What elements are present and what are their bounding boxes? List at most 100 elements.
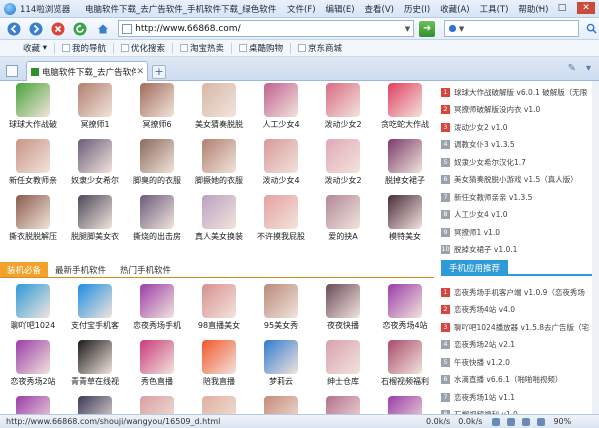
top-app-item[interactable]: 爱的抉A [312, 195, 374, 242]
top-app-item[interactable]: 泼动少女4 [250, 139, 312, 186]
ranking-list-item[interactable]: 1 球球大作战破解版 v6.0.1 破解版（无限 [438, 85, 599, 99]
ranking-list-item[interactable]: 7 恋夜秀场1站 v1.1 [438, 390, 599, 404]
bottom-app-item[interactable]: 支付宝手机客 [64, 284, 126, 331]
tools-wrench-icon[interactable]: ✎ [568, 63, 576, 74]
back-button[interactable] [4, 20, 23, 38]
ranking-list-item[interactable]: 7 新任女教师亲亲 v1.3.5 [438, 190, 599, 204]
ranking-list-item[interactable]: 9 冥撩师1 v1.0 [438, 225, 599, 239]
bottom-app-item[interactable]: 95美女秀 [250, 284, 312, 331]
minimize-button[interactable]: – [533, 2, 547, 14]
go-button[interactable]: ➜ [419, 20, 435, 37]
address-bar[interactable]: http://www.66868.com/ ▼ [118, 20, 415, 37]
address-dropdown-icon[interactable]: ▼ [401, 25, 413, 33]
favorite-item-nav[interactable]: 我的导航 [59, 42, 109, 54]
top-app-item[interactable]: 美女猜奏脱脱 [188, 83, 250, 130]
top-app-item[interactable]: 撕衣脱脱解压 [2, 195, 64, 242]
bottom-app-item[interactable]: 秀色直播 [126, 340, 188, 387]
top-app-item[interactable]: 球球大作战破 [2, 83, 64, 130]
favorite-item-zhuoku[interactable]: 桌酷购物 [236, 42, 286, 54]
ranking-list-item[interactable]: 6 美女猜奏脱脱小游戏 v1.5（真人版） [438, 173, 599, 187]
zoom-level[interactable]: 90% [553, 417, 571, 426]
status-settings-icon[interactable] [507, 417, 516, 426]
bottom-app-item[interactable]: 梦莉云 [250, 340, 312, 387]
favorite-item-taobao[interactable]: 淘宝热卖 [177, 42, 227, 54]
top-app-item[interactable]: 模特美女 [374, 195, 436, 242]
ranking-list-item[interactable]: 1 恋夜秀场手机客户端 v1.0.9（恋夜秀场 [438, 285, 599, 299]
top-app-item[interactable]: 撕烧的出击房 [126, 195, 188, 242]
menu-favorites[interactable]: 收藏(A) [435, 3, 474, 15]
ranking-list-item[interactable]: 4 恋夜秀场2站 v2.1 [438, 338, 599, 352]
bottom-app-item[interactable]: 恋夜秀场2站 [2, 340, 64, 387]
menu-edit[interactable]: 编辑(E) [321, 3, 360, 15]
ranking-list-item[interactable]: 6 水滴直播 v6.6.1（啪啪啪视频） [438, 373, 599, 387]
bottom-app-item[interactable] [250, 396, 312, 414]
url-text[interactable]: http://www.66868.com/ [135, 24, 401, 34]
stop-button[interactable] [48, 20, 67, 38]
top-app-item[interactable]: 脱腿脚美女衣 [64, 195, 126, 242]
bottom-app-item[interactable]: 绅士仓库 [312, 340, 374, 387]
right-section-title[interactable]: 手机应用推荐 [441, 260, 509, 276]
bottom-app-item[interactable]: 青青草在线视 [64, 340, 126, 387]
ranking-list-item[interactable]: 2 冥撩师破解版没内衣 v1.0 [438, 103, 599, 117]
bottom-app-item[interactable] [2, 396, 64, 414]
menu-view[interactable]: 查看(V) [360, 3, 399, 15]
tab-essentials[interactable]: 装机必备 [0, 262, 49, 277]
tab-close-icon[interactable]: ✕ [136, 67, 144, 77]
top-app-item[interactable]: 真人美女换装 [188, 195, 250, 242]
search-engine-dropdown-icon[interactable]: ▼ [459, 25, 464, 33]
top-app-item[interactable]: 奴隶少女希尔 [64, 139, 126, 186]
ranking-list-item[interactable]: 8 人工少女4 v1.0 [438, 208, 599, 222]
bottom-app-item[interactable]: 恋夜秀场4站 [374, 284, 436, 331]
search-button[interactable] [584, 21, 599, 37]
bottom-app-item[interactable]: 98直播美女 [188, 284, 250, 331]
tab-menu-chevron-icon[interactable]: ▾ [586, 63, 591, 74]
top-app-item[interactable]: 冥撩师1 [64, 83, 126, 130]
top-app-item[interactable]: 新任女教师亲 [2, 139, 64, 186]
ranking-list-item[interactable]: 3 聊吖吧1024播放器 v1.5.8去广告版（宅 [438, 320, 599, 334]
bottom-app-item[interactable]: 恋夜秀场手机 [126, 284, 188, 331]
top-app-item[interactable]: 冥撩师6 [126, 83, 188, 130]
top-app-item[interactable]: 泼动少女2 [312, 83, 374, 130]
favorite-item-search[interactable]: 优化搜索 [118, 42, 168, 54]
favorites-collect-button[interactable]: 收藏 ▾ [20, 42, 50, 54]
ranking-list-item[interactable]: 10 脱掉女裙子 v1.0.1 [438, 243, 599, 257]
tab-active[interactable]: 电脑软件下载_去广告软件_... ✕ [26, 61, 148, 81]
bottom-app-item[interactable] [64, 396, 126, 414]
bottom-app-item[interactable]: 聊吖吧1024 [2, 284, 64, 331]
search-box[interactable]: ▼ [443, 20, 579, 37]
favorite-item-jd[interactable]: 京东商城 [295, 42, 345, 54]
bottom-app-item[interactable]: 陪我直播 [188, 340, 250, 387]
tab-list-icon[interactable] [6, 65, 18, 77]
status-download-icon[interactable] [492, 417, 501, 426]
bottom-app-item[interactable]: 石榴视频福利 [374, 340, 436, 387]
menu-history[interactable]: 历史(I) [399, 3, 435, 15]
ranking-list-item[interactable]: 2 恋夜秀场4站 v4.0 [438, 303, 599, 317]
top-app-item[interactable]: 泼动少女2 [312, 139, 374, 186]
bottom-app-item[interactable] [312, 396, 374, 414]
bottom-app-item[interactable] [374, 396, 436, 414]
bottom-app-item[interactable] [126, 396, 188, 414]
close-button[interactable]: ✕ [577, 2, 595, 14]
maximize-button[interactable]: □ [555, 2, 569, 14]
bottom-app-item[interactable]: 夜夜快播 [312, 284, 374, 331]
forward-button[interactable] [26, 20, 45, 38]
tab-popular-mobile[interactable]: 热门手机软件 [113, 262, 178, 277]
vertical-scrollbar[interactable] [592, 81, 599, 414]
home-button[interactable] [93, 20, 112, 38]
ranking-list-item[interactable]: 3 泼动少女2 v1.0 [438, 120, 599, 134]
top-app-item[interactable]: 脱掉女裙子 [374, 139, 436, 186]
bottom-app-item[interactable] [188, 396, 250, 414]
top-app-item[interactable]: 不许摸我屁股 [250, 195, 312, 242]
top-app-item[interactable]: 贪吃蛇大作战 [374, 83, 436, 130]
status-volume-icon[interactable] [522, 417, 531, 426]
ranking-list-item[interactable]: 5 午夜快播 v1.2.0 [438, 355, 599, 369]
top-app-item[interactable]: 脚撅她的衣服 [188, 139, 250, 186]
ranking-list-item[interactable]: 5 奴隶少女希尔汉化1.7 [438, 155, 599, 169]
new-tab-button[interactable]: + [152, 65, 166, 79]
menu-tools[interactable]: 工具(T) [475, 3, 514, 15]
menu-file[interactable]: 文件(F) [282, 3, 321, 15]
top-app-item[interactable]: 人工少女4 [250, 83, 312, 130]
tab-latest-mobile[interactable]: 最新手机软件 [48, 262, 113, 277]
ranking-list-item[interactable]: 4 调教女仆3 v1.3.5 [438, 138, 599, 152]
top-app-item[interactable]: 脚臭的的衣服 [126, 139, 188, 186]
